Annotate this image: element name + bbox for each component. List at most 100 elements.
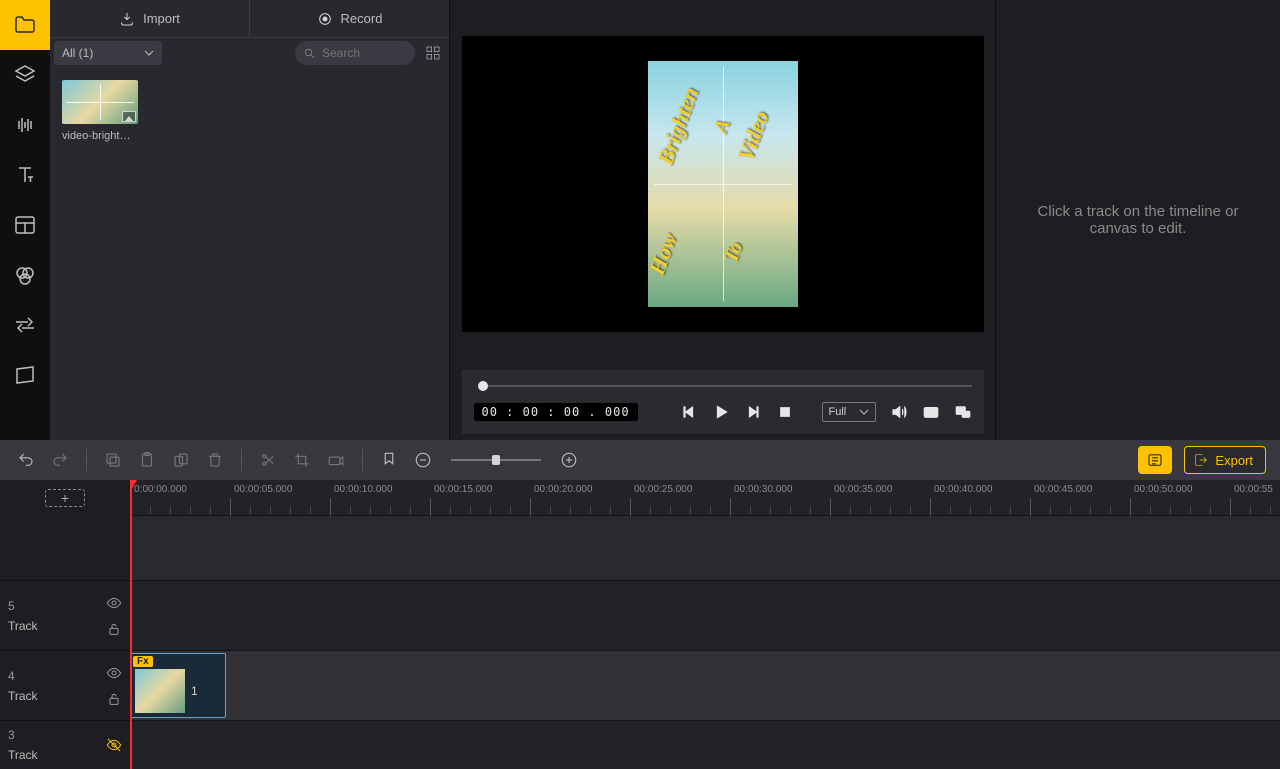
transitions-icon [13,313,37,337]
export-label: Export [1215,453,1253,468]
track-row-5[interactable] [130,580,1280,650]
text-tab[interactable] [0,150,50,200]
playhead[interactable] [130,480,132,769]
volume-button[interactable] [890,403,908,421]
templates-tab[interactable] [0,200,50,250]
timeline-toolbar: Export [0,440,1280,480]
media-top-tabs: Import Record [50,0,449,38]
visibility-icon[interactable] [106,595,122,611]
scrub-head[interactable] [478,381,488,391]
speed-button[interactable] [324,448,348,472]
fullscreen-button[interactable] [954,403,972,421]
zoom-out-button[interactable] [411,448,435,472]
layers-icon [13,63,37,87]
filters-tab[interactable] [0,250,50,300]
inspector-hint: Click a track on the timeline or canvas … [1016,203,1260,237]
grid-icon [425,45,441,61]
export-button[interactable]: Export [1184,446,1266,474]
layers-tab[interactable] [0,50,50,100]
resolution-select[interactable]: Full [822,402,876,422]
zoom-slider[interactable] [451,459,541,461]
duplicate-button[interactable] [169,448,193,472]
media-filter-value: All (1) [62,46,93,60]
timeline-ruler[interactable]: 0:00:00.00000:00:05.00000:00:10.00000:00… [130,480,1280,516]
overlay-text: How [643,229,682,278]
media-filter-select[interactable]: All (1) [54,41,162,65]
overlay-text: To [719,239,748,266]
copy-button[interactable] [101,448,125,472]
export-icon [1193,452,1209,468]
stickers-tab[interactable] [0,350,50,400]
zoom-thumb[interactable] [492,455,500,465]
preview-panel: Brighten A Video How To 00 : 00 : 00 . 0… [450,0,996,440]
stop-button[interactable] [776,403,794,421]
add-track-button[interactable]: + [45,489,85,507]
marker-button[interactable] [377,448,401,472]
image-badge-icon [122,111,136,122]
track-number: 5 [8,599,96,613]
overlay-text: A [709,116,735,136]
clip-thumbnail [135,669,185,713]
media-grid: video-bright… [50,68,449,154]
track-row-3[interactable] [130,720,1280,768]
media-item[interactable]: video-bright… [62,80,138,142]
timecode: 00 : 00 : 00 . 000 [474,403,638,421]
clip[interactable]: Fx 1 [130,653,226,718]
zoom-in-button[interactable] [557,448,581,472]
media-panel: Import Record All (1) video-bright… [50,0,450,440]
preview-video: Brighten A Video How To [648,61,798,307]
next-frame-button[interactable] [744,403,762,421]
preview-canvas[interactable]: Brighten A Video How To [462,36,984,332]
chevron-down-icon [859,407,869,417]
render-button[interactable] [1138,446,1172,474]
audio-tab[interactable] [0,100,50,150]
track-header-3[interactable]: 3 Track [0,720,130,768]
folder-icon [13,13,37,37]
scrub-track [484,385,972,387]
clip-label: 1 [191,684,198,698]
preview-scrub[interactable] [474,380,972,392]
track-row-4[interactable]: Fx 1 [130,650,1280,720]
transitions-tab[interactable] [0,300,50,350]
crop-button[interactable] [290,448,314,472]
timeline: + 5 Track 4 Track 3 [0,480,1280,769]
paste-button[interactable] [135,448,159,472]
track-header-4[interactable]: 4 Track [0,650,130,720]
record-tab[interactable]: Record [250,0,449,37]
layout-icon [13,213,37,237]
track-label: Track [8,619,96,633]
delete-button[interactable] [203,448,227,472]
track-headers: + 5 Track 4 Track 3 [0,480,130,769]
lock-icon[interactable] [106,621,122,637]
fx-badge: Fx [133,656,153,667]
split-button[interactable] [256,448,280,472]
snapshot-button[interactable] [922,403,940,421]
lock-icon[interactable] [106,691,122,707]
waveform-icon [13,113,37,137]
play-button[interactable] [712,403,730,421]
media-search[interactable] [295,41,415,65]
sticker-icon [13,363,37,387]
media-tab[interactable] [0,0,50,50]
overlay-text: Video [732,107,774,164]
import-icon [119,11,135,27]
track-body[interactable]: 0:00:00.00000:00:05.00000:00:10.00000:00… [130,480,1280,769]
left-tool-strip [0,0,50,440]
overlay-text: Brighten [652,84,704,169]
track-label: Track [8,748,96,762]
chevron-down-icon [144,48,154,58]
record-label: Record [341,11,383,26]
search-input[interactable] [322,46,402,60]
redo-button[interactable] [48,448,72,472]
prev-frame-button[interactable] [680,403,698,421]
grid-view-toggle[interactable] [421,41,445,65]
visibility-icon[interactable] [106,665,122,681]
track-number: 4 [8,669,96,683]
undo-button[interactable] [14,448,38,472]
visibility-off-icon[interactable] [106,737,122,753]
import-tab[interactable]: Import [50,0,250,37]
track-header-5[interactable]: 5 Track [0,580,130,650]
track-label: Track [8,689,96,703]
preview-controls: 00 : 00 : 00 . 000 Full [462,370,984,434]
search-icon [303,47,316,60]
